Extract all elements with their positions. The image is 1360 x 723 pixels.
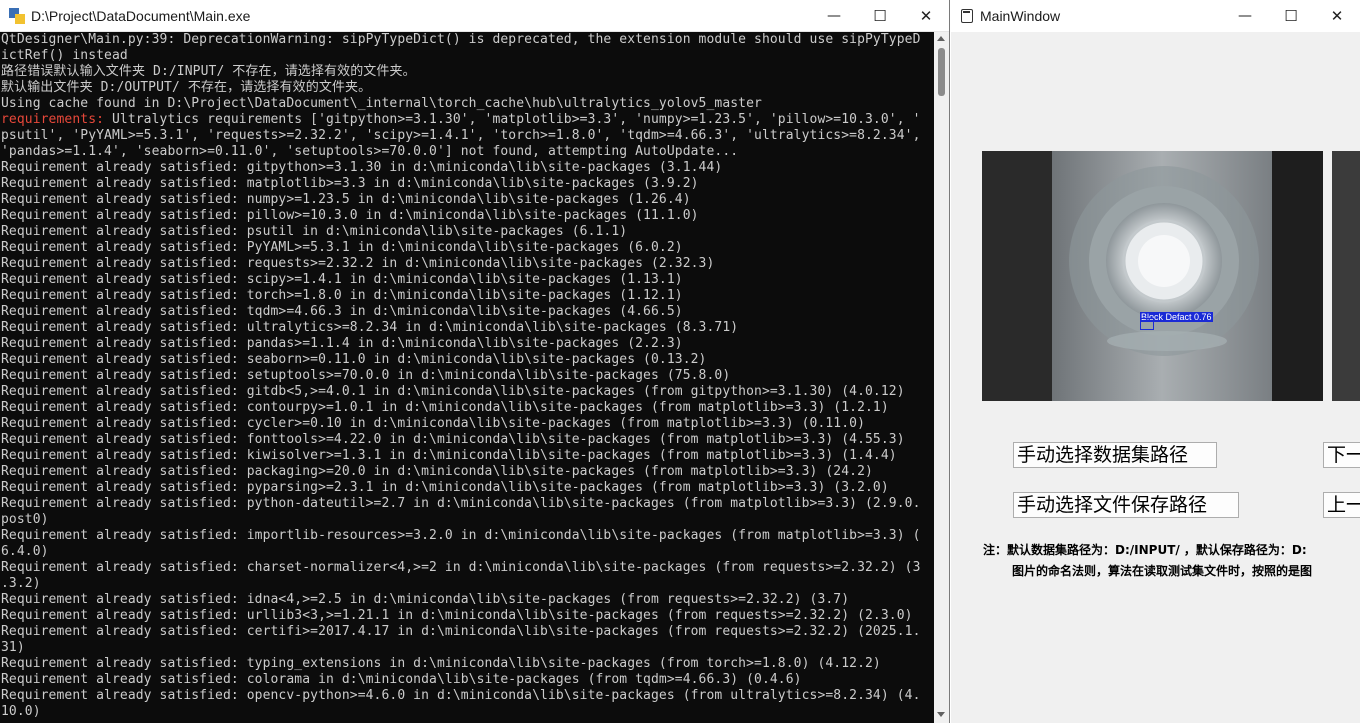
select-save-path-button[interactable]: 手动选择文件保存路径 xyxy=(1013,492,1239,518)
console-line: Requirement already satisfied: gitpython… xyxy=(1,160,723,175)
console-line: Requirement already satisfied: colorama … xyxy=(1,672,802,687)
scroll-up-icon[interactable] xyxy=(937,36,945,41)
console-line: Requirement already satisfied: PyYAML>=5… xyxy=(1,240,683,255)
main-close-button[interactable]: ✕ xyxy=(1314,0,1360,32)
console-scrollbar[interactable] xyxy=(934,32,949,723)
console-line: QtDesigner\Main.py:39: DeprecationWarnin… xyxy=(1,32,921,47)
detection-box xyxy=(1140,318,1154,330)
main-window: MainWindow — ☐ ✕ Block Defact 0.76 手动选择数… xyxy=(951,0,1360,723)
console-line: Requirement already satisfied: fonttools… xyxy=(1,432,905,447)
main-window-titlebar[interactable]: MainWindow — ☐ ✕ xyxy=(951,0,1360,32)
console-line: Requirement already satisfied: charset-n… xyxy=(1,560,921,575)
console-line: Requirement already satisfied: ultralyti… xyxy=(1,320,739,335)
scrollbar-thumb[interactable] xyxy=(938,48,945,96)
default-path-note: 注：默认数据集路径为：D:/INPUT/ ，默认保存路径为：D: xyxy=(983,543,1307,557)
console-line: Requirement already satisfied: importlib… xyxy=(1,528,921,543)
console-line: Requirement already satisfied: torch>=1.… xyxy=(1,288,683,303)
console-line: Requirement already satisfied: python-da… xyxy=(1,496,921,511)
scroll-down-icon[interactable] xyxy=(937,712,945,717)
console-line: ictRef() instead xyxy=(1,48,128,63)
console-line: Requirement already satisfied: contourpy… xyxy=(1,400,889,415)
console-line: Requirement already satisfied: typing_ex… xyxy=(1,656,881,671)
select-dataset-path-button[interactable]: 手动选择数据集路径 xyxy=(1013,442,1217,468)
console-line: 31) xyxy=(1,640,25,655)
console-line: Requirement already satisfied: opencv-py… xyxy=(1,688,921,703)
console-line: Requirement already satisfied: certifi>=… xyxy=(1,624,921,639)
console-line: Requirement already satisfied: seaborn>=… xyxy=(1,352,707,367)
naming-rule-note: 图片的命名法则，算法在读取测试集文件时，按照的是图 xyxy=(1012,564,1313,578)
console-maximize-button[interactable]: ☐ xyxy=(857,0,903,32)
console-line: 'pandas>=1.1.4', 'seaborn>=0.11.0', 'set… xyxy=(1,144,739,159)
main-minimize-button[interactable]: — xyxy=(1222,0,1268,32)
console-line: Requirement already satisfied: pandas>=1… xyxy=(1,336,683,351)
console-line: Requirement already satisfied: tqdm>=4.6… xyxy=(1,304,683,319)
console-line: Requirement already satisfied: matplotli… xyxy=(1,176,699,191)
console-line: 10.0) xyxy=(1,704,41,719)
console-line: .3.2) xyxy=(1,576,41,591)
console-line: psutil', 'PyYAML>=5.3.1', 'requests>=2.3… xyxy=(1,128,921,143)
console-line: Requirement already satisfied: pyparsing… xyxy=(1,480,889,495)
console-line: Requirement already satisfied: kiwisolve… xyxy=(1,448,897,463)
console-line: 6.4.0) xyxy=(1,544,49,559)
console-line: Requirement already satisfied: packaging… xyxy=(1,464,873,479)
console-line: 默认输出文件夹 D:/OUTPUT/ 不存在，请选择有效的文件夹。 xyxy=(1,80,372,95)
console-titlebar[interactable]: D:\Project\DataDocument\Main.exe — ☐ ✕ xyxy=(0,0,949,32)
console-line: Requirement already satisfied: psutil in… xyxy=(1,224,628,239)
window-icon xyxy=(961,9,973,23)
console-line: Requirement already satisfied: setuptool… xyxy=(1,368,731,383)
main-window-title: MainWindow xyxy=(980,8,1061,24)
previous-image-button[interactable]: 上一 xyxy=(1323,492,1360,518)
console-output[interactable]: QtDesigner\Main.py:39: DeprecationWarnin… xyxy=(0,32,934,723)
console-line: Requirement already satisfied: urllib3<3… xyxy=(1,608,913,623)
console-line: post0) xyxy=(1,512,49,527)
console-line: Requirement already satisfied: gitdb<5,>… xyxy=(1,384,905,399)
next-image-button[interactable]: 下一 xyxy=(1323,442,1360,468)
detection-image-secondary xyxy=(1332,151,1360,401)
console-line: Requirement already satisfied: scipy>=1.… xyxy=(1,272,683,287)
console-line: Requirement already satisfied: cycler>=0… xyxy=(1,416,866,431)
console-window: D:\Project\DataDocument\Main.exe — ☐ ✕ Q… xyxy=(0,0,950,723)
python-app-icon xyxy=(9,7,25,24)
console-line: Requirement already satisfied: numpy>=1.… xyxy=(1,192,691,207)
console-minimize-button[interactable]: — xyxy=(811,0,857,32)
console-line: Requirement already satisfied: requests>… xyxy=(1,256,715,271)
detection-image: Block Defact 0.76 xyxy=(982,151,1323,401)
defect-photo xyxy=(982,151,1323,401)
console-close-button[interactable]: ✕ xyxy=(903,0,949,32)
console-line: requirements: Ultralytics requirements [… xyxy=(1,112,921,127)
console-line: Using cache found in D:\Project\DataDocu… xyxy=(1,96,762,111)
console-line: Requirement already satisfied: idna<4,>=… xyxy=(1,592,850,607)
console-line: Requirement already satisfied: pillow>=1… xyxy=(1,208,699,223)
console-line: 路径错误默认输入文件夹 D:/INPUT/ 不存在，请选择有效的文件夹。 xyxy=(1,64,416,79)
main-maximize-button[interactable]: ☐ xyxy=(1268,0,1314,32)
console-title: D:\Project\DataDocument\Main.exe xyxy=(31,7,251,24)
